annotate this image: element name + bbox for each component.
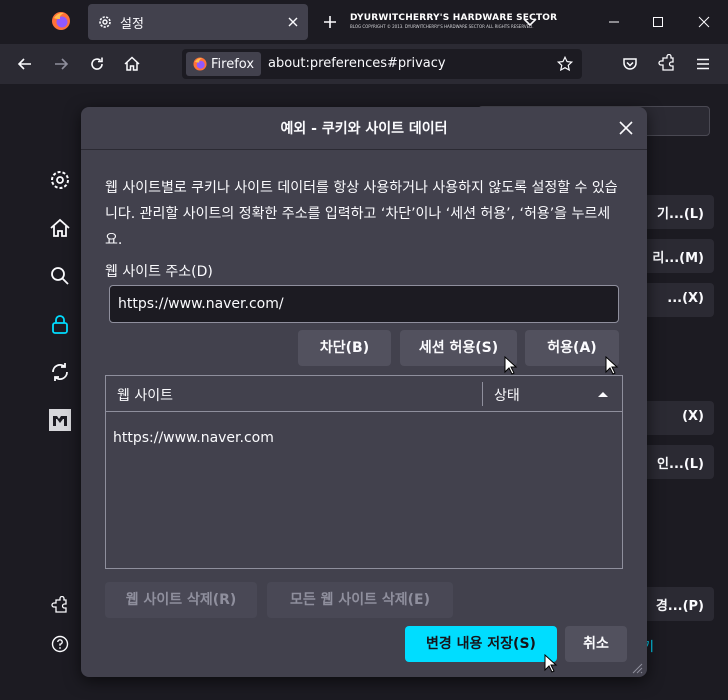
search-icon[interactable]	[48, 264, 72, 288]
extensions-icon[interactable]	[50, 596, 70, 616]
bookmark-star-icon[interactable]	[556, 55, 574, 73]
banner-title: DYURWITCHERRY'S HARDWARE SECTOR	[350, 13, 558, 23]
extensions-icon[interactable]	[657, 54, 677, 74]
window-close-icon[interactable]	[694, 12, 714, 32]
session-allow-button[interactable]: 세션 허용(S)	[400, 330, 517, 366]
mozilla-icon[interactable]	[48, 408, 72, 432]
help-icon[interactable]	[50, 634, 70, 654]
home-icon[interactable]	[122, 54, 142, 74]
nav-bar: Firefox about:preferences#privacy	[0, 44, 728, 84]
cancel-button[interactable]: 취소	[565, 626, 627, 662]
remove-site-button[interactable]: 웹 사이트 삭제(R)	[105, 582, 257, 618]
address-input[interactable]	[109, 285, 619, 323]
firefox-icon[interactable]	[50, 10, 72, 32]
mouse-cursor-icon	[504, 356, 518, 375]
chevron-down-icon[interactable]	[520, 12, 540, 32]
dialog-title: 예외 - 쿠키와 사이트 데이터	[280, 121, 448, 137]
tab-strip: 설정 DYURWITCHERRY'S HARDWARE SECTOR BLOG …	[0, 0, 728, 44]
tab-settings[interactable]: 설정	[88, 4, 308, 40]
dialog-divider	[81, 149, 647, 150]
tab-title: 설정	[120, 17, 144, 32]
gear-icon	[99, 16, 111, 28]
exceptions-table[interactable]: 웹 사이트 상태 https://www.naver.com	[105, 375, 623, 569]
mouse-cursor-icon	[544, 654, 558, 673]
address-label: 웹 사이트 주소(D)	[105, 264, 213, 280]
dialog-description: 웹 사이트별로 쿠키나 사이트 데이터를 항상 사용하거나 사용하지 않도록 설…	[105, 180, 618, 248]
table-header: 웹 사이트 상태	[106, 376, 622, 412]
column-header-status[interactable]: 상태	[494, 385, 520, 405]
maximize-icon[interactable]	[648, 12, 668, 32]
identity-label: Firefox	[211, 56, 255, 72]
column-header-site[interactable]: 웹 사이트	[117, 385, 173, 405]
lock-icon[interactable]	[48, 312, 72, 336]
save-changes-button[interactable]: 변경 내용 저장(S)	[405, 626, 557, 662]
home-icon[interactable]	[48, 216, 72, 240]
sync-icon[interactable]	[48, 360, 72, 384]
gear-icon[interactable]	[48, 168, 72, 192]
url-input[interactable]: about:preferences#privacy	[268, 56, 446, 71]
new-tab-icon[interactable]	[320, 12, 340, 32]
url-bar[interactable]: Firefox about:preferences#privacy	[182, 49, 582, 79]
back-icon[interactable]	[15, 54, 35, 74]
forward-icon[interactable]	[51, 54, 71, 74]
firefox-icon	[193, 57, 207, 71]
exceptions-dialog: 예외 - 쿠키와 사이트 데이터 웹 사이트별로 쿠키나 사이트 데이터를 항상…	[81, 107, 647, 677]
block-button[interactable]: 차단(B)	[298, 330, 391, 366]
blog-banner: DYURWITCHERRY'S HARDWARE SECTOR BLOG COP…	[350, 13, 558, 35]
sort-ascending-icon	[598, 392, 608, 397]
minimize-icon[interactable]	[604, 12, 624, 32]
identity-box[interactable]: Firefox	[186, 52, 262, 76]
remove-all-sites-button[interactable]: 모든 웹 사이트 삭제(E)	[267, 582, 453, 618]
resize-grip-icon[interactable]	[629, 660, 643, 674]
pocket-icon[interactable]	[620, 54, 640, 74]
menu-icon[interactable]	[693, 54, 713, 74]
tab-close-icon[interactable]	[283, 12, 303, 32]
column-divider[interactable]	[482, 382, 483, 406]
reload-icon[interactable]	[87, 54, 107, 74]
mouse-cursor-icon	[605, 356, 619, 375]
table-row[interactable]: https://www.naver.com	[113, 430, 274, 446]
banner-copyright: BLOG COPYRIGHT © 2013. DYURWITCHERRY'S H…	[350, 24, 534, 29]
close-icon[interactable]	[617, 119, 635, 137]
